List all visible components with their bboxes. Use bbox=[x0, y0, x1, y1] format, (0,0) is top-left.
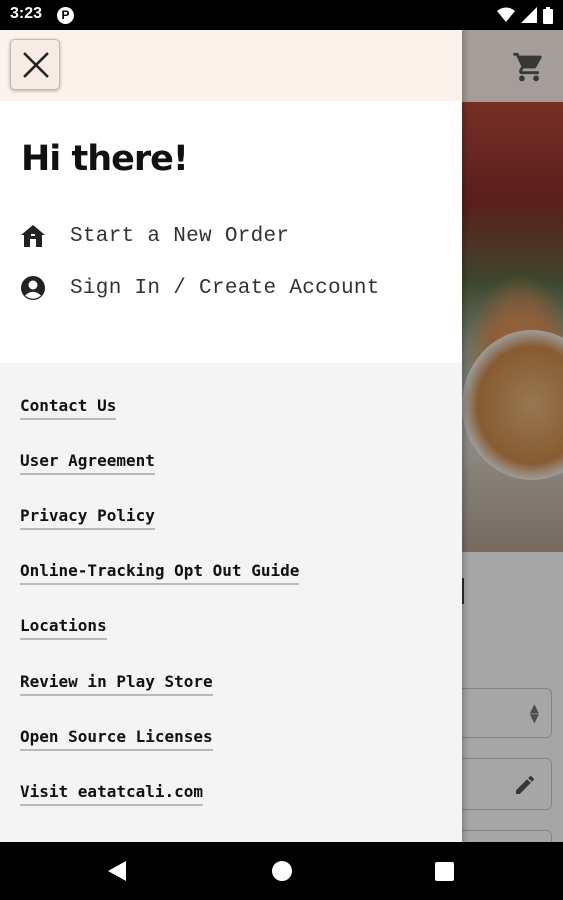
system-nav-bar bbox=[0, 842, 563, 900]
start-new-order-item[interactable]: Start a New Order bbox=[20, 221, 289, 251]
close-button[interactable] bbox=[10, 39, 60, 90]
back-icon[interactable] bbox=[107, 860, 127, 882]
status-bar: 3:23 P bbox=[0, 0, 563, 30]
recents-square-icon[interactable] bbox=[435, 862, 454, 881]
system-icons bbox=[497, 6, 553, 24]
opt-out-guide-link[interactable]: Online-Tracking Opt Out Guide bbox=[20, 561, 300, 585]
navigation-drawer: Hi there! Start a New Order Sign In / Cr… bbox=[0, 30, 462, 842]
start-new-order-label: Start a New Order bbox=[70, 224, 290, 248]
sign-in-label: Sign In / Create Account bbox=[70, 276, 380, 300]
privacy-policy-link[interactable]: Privacy Policy bbox=[20, 506, 155, 530]
app-notification-icon: P bbox=[57, 7, 74, 24]
greeting-title: Hi there! bbox=[21, 139, 189, 179]
review-play-store-link[interactable]: Review in Play Store bbox=[20, 672, 213, 696]
open-source-licenses-link[interactable]: Open Source Licenses bbox=[20, 727, 213, 751]
drawer-account-section: Hi there! Start a New Order Sign In / Cr… bbox=[0, 101, 462, 363]
account-circle-icon bbox=[20, 275, 46, 301]
drawer-header bbox=[0, 30, 462, 101]
sign-in-item[interactable]: Sign In / Create Account bbox=[20, 273, 380, 303]
home-circle-icon[interactable] bbox=[272, 861, 292, 881]
locations-link[interactable]: Locations bbox=[20, 616, 107, 640]
home-icon bbox=[20, 223, 46, 249]
close-icon bbox=[23, 52, 49, 78]
visit-website-link[interactable]: Visit eatatcali.com bbox=[20, 782, 204, 806]
user-agreement-link[interactable]: User Agreement bbox=[20, 451, 155, 475]
status-time: 3:23 bbox=[10, 5, 43, 22]
battery-icon bbox=[543, 6, 553, 24]
contact-us-link[interactable]: Contact Us bbox=[20, 396, 117, 420]
wifi-icon bbox=[497, 7, 515, 22]
signal-icon bbox=[521, 7, 537, 23]
